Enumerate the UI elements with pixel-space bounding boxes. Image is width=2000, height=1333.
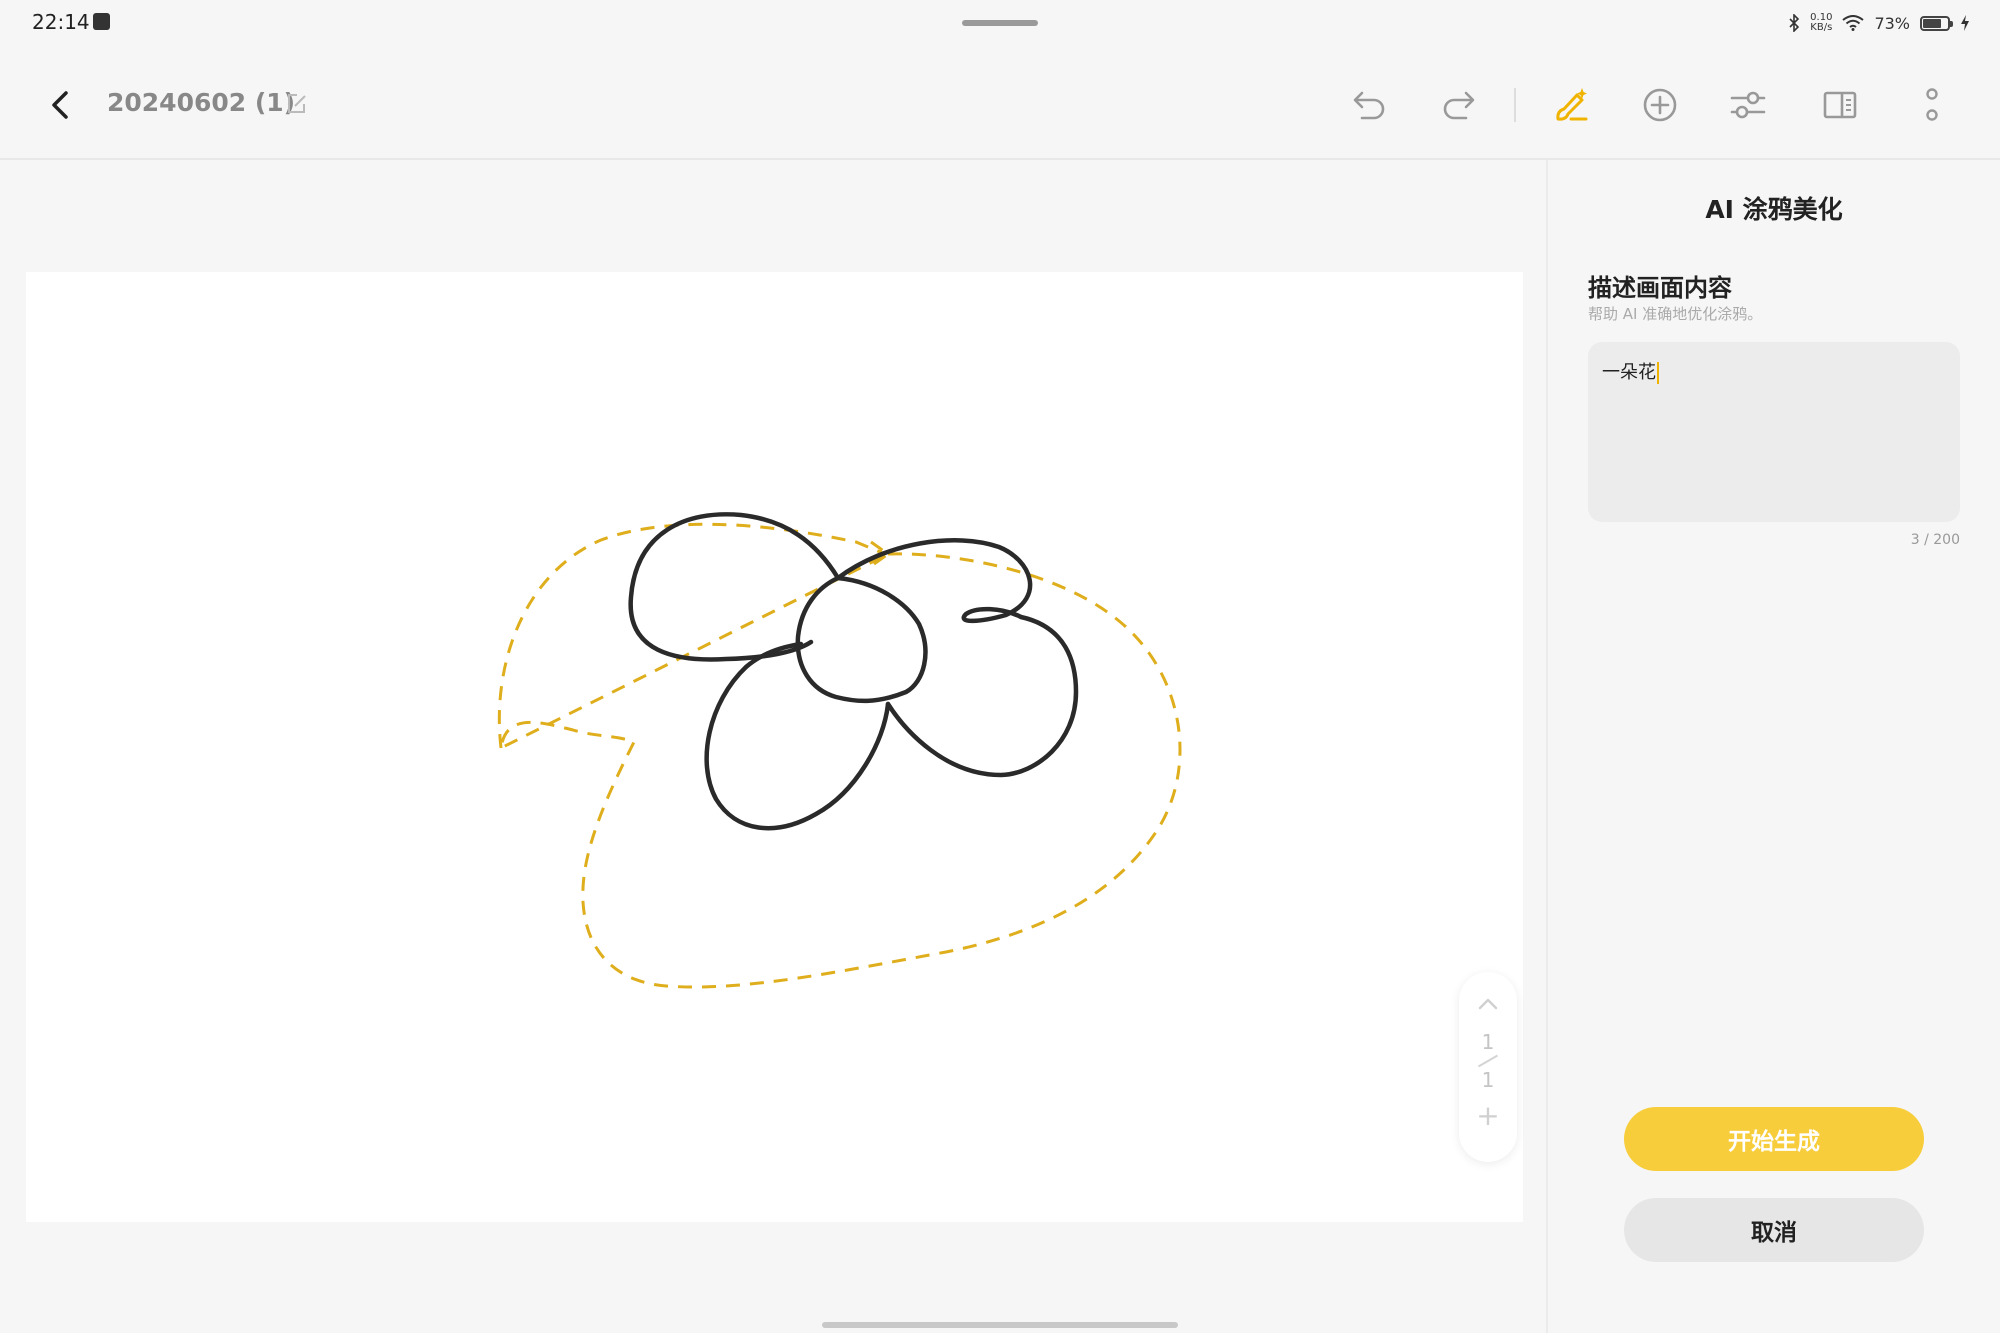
page-separator xyxy=(1477,1054,1499,1068)
status-bar: 22:14 0.10 KB/s 73% xyxy=(0,0,2000,46)
section-hint: 帮助 AI 准确地优化涂鸦。 xyxy=(1588,305,1763,323)
net-speed-unit: KB/s xyxy=(1810,22,1833,33)
undo-icon xyxy=(1353,91,1385,120)
char-counter: 3 / 200 xyxy=(1910,532,1960,548)
notification-app-icon xyxy=(93,13,110,30)
more-icon xyxy=(1926,88,1938,121)
ai-brush-icon xyxy=(1556,88,1588,121)
page-navigator: 1 1 + xyxy=(1459,972,1517,1162)
panel-toggle-button[interactable] xyxy=(1815,82,1865,128)
petal-top-left xyxy=(628,512,841,662)
multitask-handle[interactable] xyxy=(962,20,1038,26)
edit-icon[interactable] xyxy=(285,92,309,116)
lasso-selection[interactable] xyxy=(497,522,1182,989)
cancel-button[interactable]: 取消 xyxy=(1624,1198,1924,1262)
drawing-page[interactable] xyxy=(26,272,1523,1222)
prompt-text: 一朵花 xyxy=(1602,362,1656,383)
battery-icon xyxy=(1920,15,1953,31)
add-icon xyxy=(1643,88,1677,122)
status-indicators: 0.10 KB/s 73% xyxy=(1788,9,1970,37)
more-button[interactable] xyxy=(1907,82,1957,128)
adjust-icon xyxy=(1730,91,1766,119)
redo-button[interactable] xyxy=(1433,82,1483,128)
chevron-up-icon xyxy=(1478,998,1498,1010)
panel-icon xyxy=(1823,91,1857,119)
toolbar: 20240602 (1) xyxy=(0,60,2000,150)
undo-button[interactable] xyxy=(1345,82,1395,128)
canvas-area: 1 1 + xyxy=(0,160,1546,1333)
toolbar-divider xyxy=(1514,88,1516,122)
charging-icon xyxy=(1961,15,1969,31)
panel-title: AI 涂鸦美化 xyxy=(1705,195,1843,224)
add-page-button[interactable]: + xyxy=(1476,1102,1499,1130)
current-page: 1 xyxy=(1481,1030,1495,1054)
page-up-button[interactable] xyxy=(1478,990,1498,1018)
flower-doodle[interactable] xyxy=(628,512,1079,831)
prompt-input[interactable]: 一朵花 xyxy=(1588,342,1960,522)
petal-right xyxy=(885,614,1079,778)
petal-top-right xyxy=(835,538,1033,624)
network-speed: 0.10 KB/s xyxy=(1810,13,1832,33)
drawing-canvas[interactable] xyxy=(26,272,1523,1222)
wifi-icon xyxy=(1842,15,1865,31)
flower-center xyxy=(795,575,928,704)
ai-doodle-button[interactable] xyxy=(1547,82,1597,128)
status-time: 22:14 xyxy=(32,10,90,34)
battery-level xyxy=(1923,18,1941,28)
bluetooth-icon xyxy=(1789,14,1800,32)
ai-doodle-panel: AI 涂鸦美化 描述画面内容 帮助 AI 准确地优化涂鸦。 一朵花 3 / 20… xyxy=(1548,160,2000,1333)
text-caret xyxy=(1657,362,1659,384)
document-title[interactable]: 20240602 (1) xyxy=(107,88,295,117)
section-heading: 描述画面内容 xyxy=(1588,274,1732,302)
battery-percent: 73% xyxy=(1874,13,1910,33)
add-button[interactable] xyxy=(1635,82,1685,128)
petal-bottom xyxy=(704,641,891,831)
home-indicator[interactable] xyxy=(822,1322,1178,1328)
adjust-button[interactable] xyxy=(1723,82,1773,128)
redo-icon xyxy=(1443,91,1475,120)
back-button[interactable] xyxy=(40,82,80,128)
generate-button[interactable]: 开始生成 xyxy=(1624,1107,1924,1171)
back-icon xyxy=(52,91,68,119)
total-pages: 1 xyxy=(1481,1068,1495,1092)
